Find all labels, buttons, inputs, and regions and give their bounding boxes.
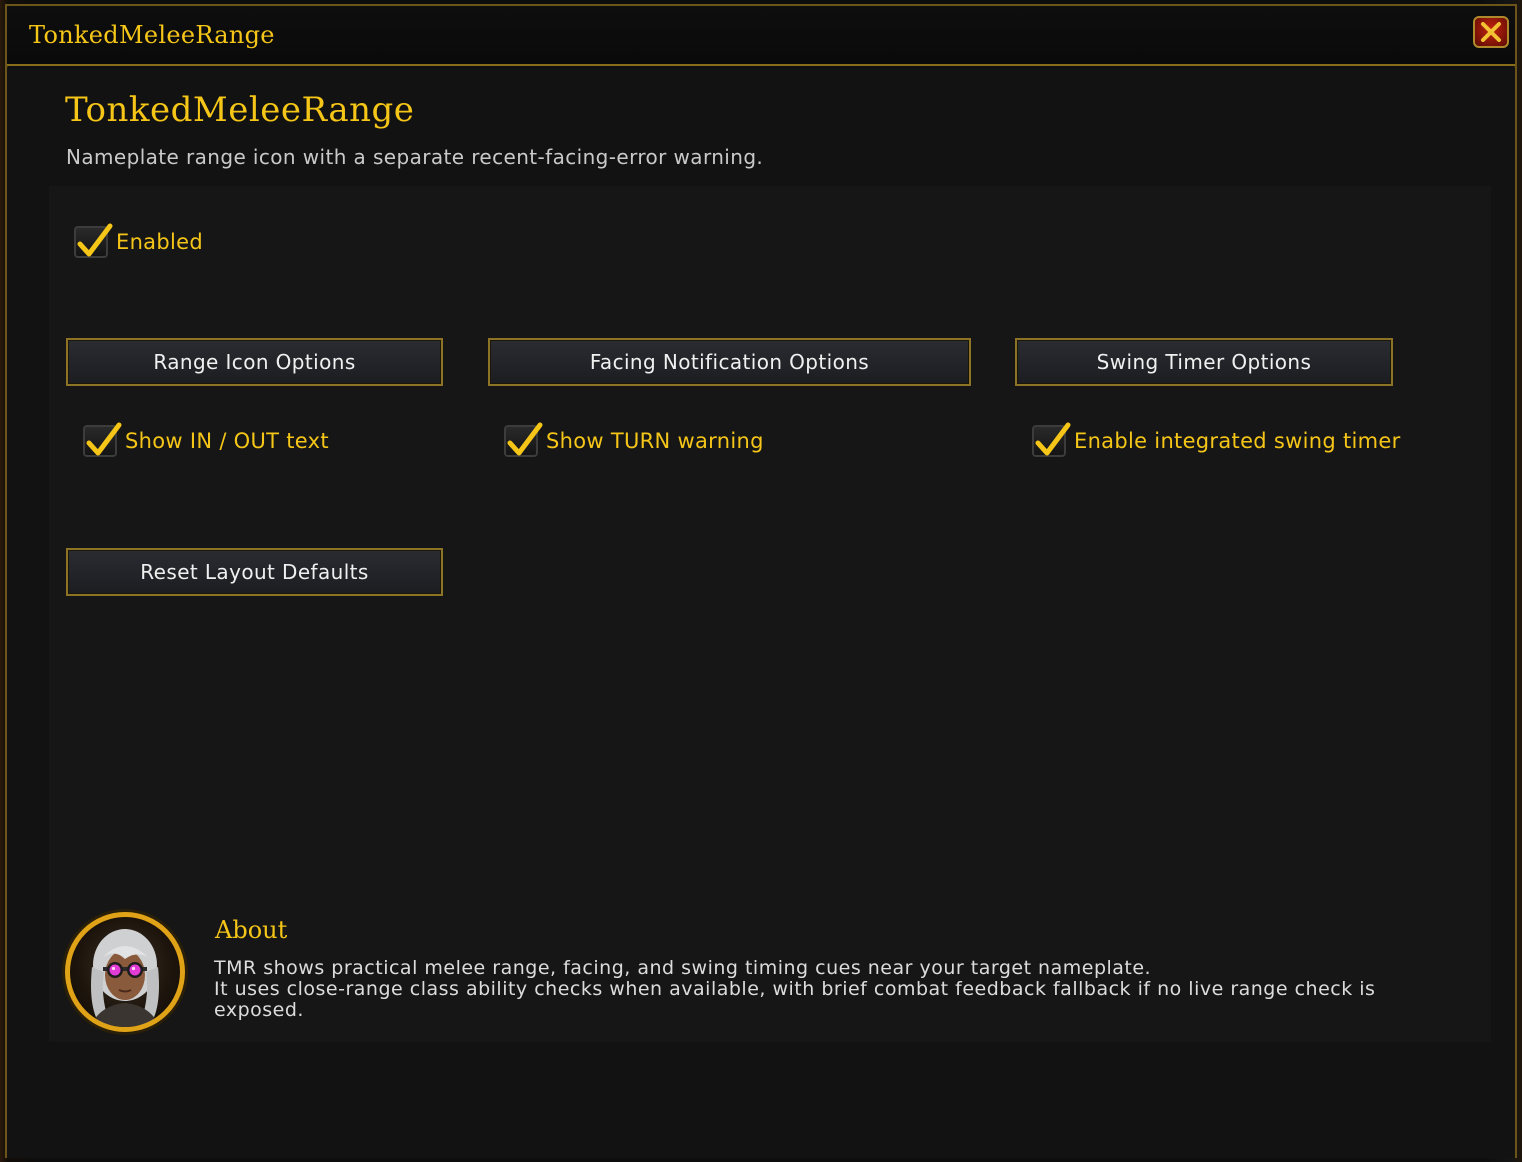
page-subtitle: Nameplate range icon with a separate rec… bbox=[66, 145, 764, 169]
show-turn-warning-label: Show TURN warning bbox=[546, 429, 764, 453]
facing-notification-options-button[interactable]: Facing Notification Options bbox=[488, 338, 971, 386]
checkmark-icon bbox=[507, 422, 543, 456]
show-in-out-text-checkbox-box[interactable] bbox=[83, 422, 122, 457]
options-content: TonkedMeleeRange Nameplate range icon wi… bbox=[7, 68, 1515, 1158]
enabled-checkbox-box[interactable] bbox=[74, 223, 113, 258]
options-panel bbox=[49, 186, 1491, 1042]
enabled-label: Enabled bbox=[116, 230, 203, 254]
addon-options-window: TonkedMeleeRange TonkedMeleeRange Namepl… bbox=[5, 4, 1517, 1158]
range-icon-options-button[interactable]: Range Icon Options bbox=[66, 338, 443, 386]
about-line-1: TMR shows practical melee range, facing,… bbox=[214, 957, 1152, 979]
about-line-2: It uses close-range class ability checks… bbox=[214, 978, 1376, 1021]
enable-swing-timer-label: Enable integrated swing timer bbox=[1074, 429, 1401, 453]
enabled-checkbox[interactable]: Enabled bbox=[74, 223, 203, 258]
window-titlebar[interactable]: TonkedMeleeRange bbox=[7, 6, 1515, 66]
show-in-out-text-checkbox[interactable]: Show IN / OUT text bbox=[83, 422, 329, 457]
swing-timer-options-button[interactable]: Swing Timer Options bbox=[1015, 338, 1393, 386]
about-portrait-avatar bbox=[65, 912, 185, 1032]
window-title: TonkedMeleeRange bbox=[29, 21, 275, 49]
reset-layout-defaults-button[interactable]: Reset Layout Defaults bbox=[66, 548, 443, 596]
page-title: TonkedMeleeRange bbox=[65, 90, 415, 130]
portrait-image bbox=[90, 929, 160, 1027]
show-turn-warning-checkbox-box[interactable] bbox=[504, 422, 543, 457]
checkmark-icon bbox=[1035, 422, 1071, 456]
about-title: About bbox=[215, 916, 288, 944]
close-x-icon bbox=[1481, 22, 1501, 42]
checkmark-icon bbox=[77, 223, 113, 257]
checkmark-icon bbox=[86, 422, 122, 456]
show-in-out-text-label: Show IN / OUT text bbox=[125, 429, 329, 453]
show-turn-warning-checkbox[interactable]: Show TURN warning bbox=[504, 422, 764, 457]
enable-swing-timer-checkbox[interactable]: Enable integrated swing timer bbox=[1032, 422, 1401, 457]
about-description: TMR shows practical melee range, facing,… bbox=[214, 958, 1444, 1021]
enable-swing-timer-checkbox-box[interactable] bbox=[1032, 422, 1071, 457]
close-button[interactable] bbox=[1473, 16, 1509, 48]
